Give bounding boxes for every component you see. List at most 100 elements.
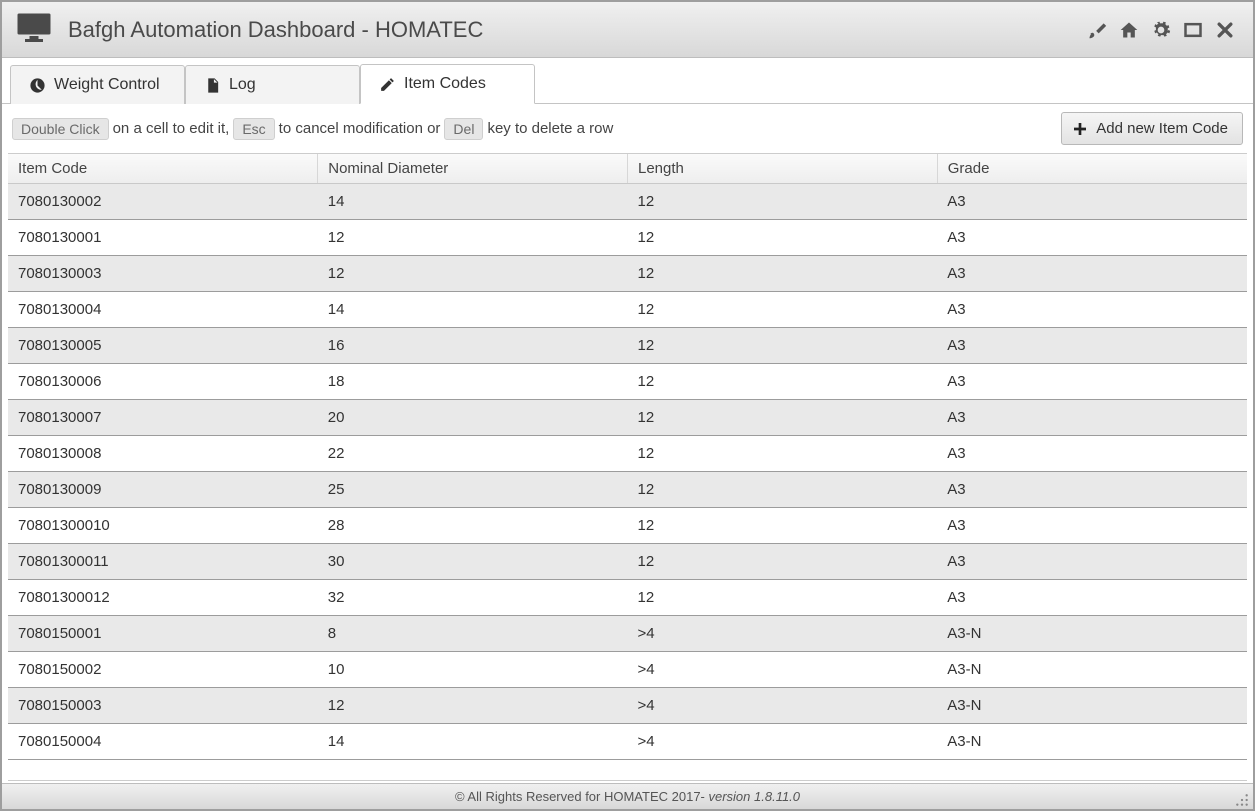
cell-length[interactable]: 12	[628, 436, 938, 472]
table-row[interactable]: 70801300021412A3	[8, 184, 1247, 220]
table-row[interactable]: 70801300092512A3	[8, 472, 1247, 508]
table-row[interactable]: 70801300041412A3	[8, 292, 1247, 328]
cell-grade[interactable]: A3	[937, 580, 1247, 616]
cell-length[interactable]: >4	[628, 652, 938, 688]
gear-icon[interactable]	[1147, 16, 1175, 44]
cell-item-code[interactable]: 7080130005	[8, 328, 318, 364]
brush-icon[interactable]	[1083, 16, 1111, 44]
cell-length[interactable]: 12	[628, 364, 938, 400]
cell-nominal-diameter[interactable]: 30	[318, 544, 628, 580]
resize-grip-icon[interactable]	[1235, 793, 1249, 807]
cell-nominal-diameter[interactable]: 20	[318, 400, 628, 436]
cell-nominal-diameter[interactable]: 16	[318, 328, 628, 364]
cell-item-code[interactable]: 7080150004	[8, 724, 318, 760]
cell-grade[interactable]: A3-N	[937, 652, 1247, 688]
cell-nominal-diameter[interactable]: 32	[318, 580, 628, 616]
cell-nominal-diameter[interactable]: 14	[318, 184, 628, 220]
cell-grade[interactable]: A3	[937, 436, 1247, 472]
cell-item-code[interactable]: 7080130004	[8, 292, 318, 328]
cell-grade[interactable]: A3	[937, 544, 1247, 580]
cell-length[interactable]: 12	[628, 256, 938, 292]
cell-nominal-diameter[interactable]: 10	[318, 652, 628, 688]
cell-length[interactable]: 12	[628, 544, 938, 580]
cell-item-code[interactable]: 7080130007	[8, 400, 318, 436]
item-codes-table-wrap[interactable]: Item Code Nominal Diameter Length Grade …	[8, 153, 1247, 781]
cell-nominal-diameter[interactable]: 28	[318, 508, 628, 544]
cell-grade[interactable]: A3-N	[937, 616, 1247, 652]
cell-nominal-diameter[interactable]: 12	[318, 688, 628, 724]
close-icon[interactable]	[1211, 16, 1239, 44]
col-length[interactable]: Length	[628, 154, 938, 184]
cell-item-code[interactable]: 7080150003	[8, 688, 318, 724]
footer-copyright: © All Rights Reserved for HOMATEC 2017-	[455, 789, 705, 804]
cell-item-code[interactable]: 7080130008	[8, 436, 318, 472]
tab-weight-control[interactable]: Weight Control	[10, 65, 185, 104]
cell-nominal-diameter[interactable]: 22	[318, 436, 628, 472]
cell-nominal-diameter[interactable]: 12	[318, 256, 628, 292]
cell-grade[interactable]: A3-N	[937, 688, 1247, 724]
cell-item-code[interactable]: 7080130002	[8, 184, 318, 220]
col-nominal-diameter[interactable]: Nominal Diameter	[318, 154, 628, 184]
cell-length[interactable]: >4	[628, 688, 938, 724]
kbd-esc: Esc	[233, 118, 274, 140]
cell-grade[interactable]: A3	[937, 184, 1247, 220]
cell-length[interactable]: 12	[628, 400, 938, 436]
cell-grade[interactable]: A3-N	[937, 724, 1247, 760]
table-row[interactable]: 708013000123212A3	[8, 580, 1247, 616]
maximize-icon[interactable]	[1179, 16, 1207, 44]
cell-grade[interactable]: A3	[937, 400, 1247, 436]
cell-item-code[interactable]: 7080150001	[8, 616, 318, 652]
cell-nominal-diameter[interactable]: 25	[318, 472, 628, 508]
cell-length[interactable]: 12	[628, 220, 938, 256]
cell-item-code[interactable]: 7080130003	[8, 256, 318, 292]
cell-item-code[interactable]: 70801300012	[8, 580, 318, 616]
cell-length[interactable]: 12	[628, 184, 938, 220]
cell-length[interactable]: 12	[628, 292, 938, 328]
tab-item-codes[interactable]: Item Codes	[360, 64, 535, 104]
status-bar: © All Rights Reserved for HOMATEC 2017- …	[2, 783, 1253, 809]
home-icon[interactable]	[1115, 16, 1143, 44]
cell-length[interactable]: 12	[628, 472, 938, 508]
cell-length[interactable]: 12	[628, 328, 938, 364]
cell-item-code[interactable]: 7080150002	[8, 652, 318, 688]
cell-item-code[interactable]: 7080130001	[8, 220, 318, 256]
cell-grade[interactable]: A3	[937, 256, 1247, 292]
table-row[interactable]: 70801300011212A3	[8, 220, 1247, 256]
cell-item-code[interactable]: 70801300010	[8, 508, 318, 544]
hint-text-1: on a cell to edit it,	[113, 120, 230, 137]
cell-nominal-diameter[interactable]: 14	[318, 292, 628, 328]
cell-length[interactable]: >4	[628, 724, 938, 760]
table-header-row: Item Code Nominal Diameter Length Grade	[8, 154, 1247, 184]
cell-nominal-diameter[interactable]: 18	[318, 364, 628, 400]
cell-length[interactable]: 12	[628, 508, 938, 544]
cell-nominal-diameter[interactable]: 12	[318, 220, 628, 256]
table-row[interactable]: 70801300031212A3	[8, 256, 1247, 292]
cell-grade[interactable]: A3	[937, 292, 1247, 328]
cell-length[interactable]: >4	[628, 616, 938, 652]
table-row[interactable]: 70801300061812A3	[8, 364, 1247, 400]
table-row[interactable]: 70801300051612A3	[8, 328, 1247, 364]
cell-grade[interactable]: A3	[937, 328, 1247, 364]
cell-item-code[interactable]: 70801300011	[8, 544, 318, 580]
cell-grade[interactable]: A3	[937, 220, 1247, 256]
table-row[interactable]: 70801500018>4A3-N	[8, 616, 1247, 652]
table-row[interactable]: 708013000102812A3	[8, 508, 1247, 544]
cell-length[interactable]: 12	[628, 580, 938, 616]
cell-item-code[interactable]: 7080130006	[8, 364, 318, 400]
cell-nominal-diameter[interactable]: 14	[318, 724, 628, 760]
table-row[interactable]: 70801300082212A3	[8, 436, 1247, 472]
cell-nominal-diameter[interactable]: 8	[318, 616, 628, 652]
cell-grade[interactable]: A3	[937, 508, 1247, 544]
cell-item-code[interactable]: 7080130009	[8, 472, 318, 508]
add-new-item-code-button[interactable]: Add new Item Code	[1061, 112, 1243, 145]
table-row[interactable]: 708015000312>4A3-N	[8, 688, 1247, 724]
table-row[interactable]: 708013000113012A3	[8, 544, 1247, 580]
cell-grade[interactable]: A3	[937, 364, 1247, 400]
col-grade[interactable]: Grade	[937, 154, 1247, 184]
col-item-code[interactable]: Item Code	[8, 154, 318, 184]
table-row[interactable]: 708015000210>4A3-N	[8, 652, 1247, 688]
table-row[interactable]: 708015000414>4A3-N	[8, 724, 1247, 760]
cell-grade[interactable]: A3	[937, 472, 1247, 508]
tab-log[interactable]: Log	[185, 65, 360, 104]
table-row[interactable]: 70801300072012A3	[8, 400, 1247, 436]
